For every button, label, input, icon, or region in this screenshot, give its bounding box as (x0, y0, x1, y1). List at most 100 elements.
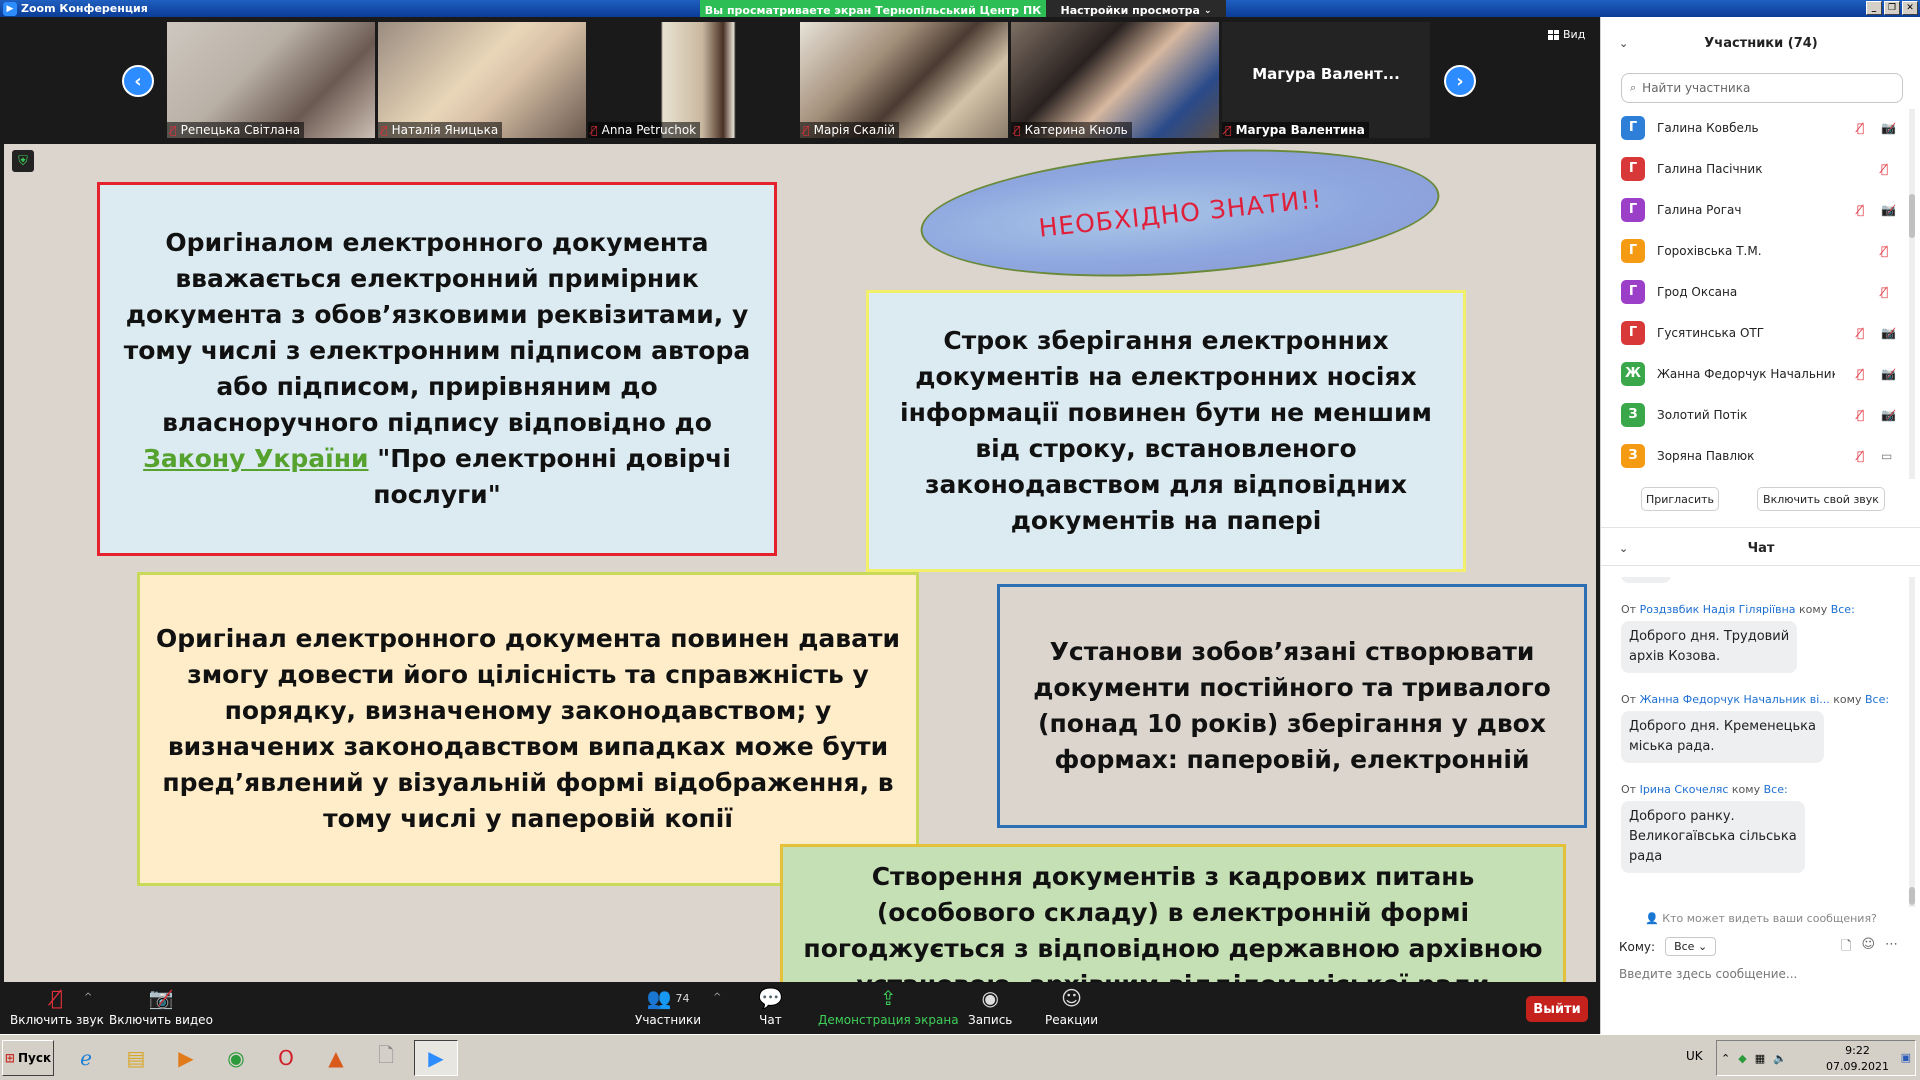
tile-display-name: Магура Валент... (1252, 65, 1400, 83)
view-settings-label: Настройки просмотра (1060, 4, 1200, 17)
unmute-self-button[interactable]: Включить свой звук (1757, 487, 1885, 511)
participant-row[interactable]: Г Галина Ковбель 🎙̸ 📷̸ (1601, 107, 1913, 148)
search-icon: ⌕ (1630, 81, 1637, 94)
participant-row[interactable]: З Зоряна Павлюк 🎙̸ ▭ (1601, 435, 1913, 476)
chrome-icon[interactable]: ◉ (214, 1040, 258, 1076)
document-icon[interactable]: 🗋 (364, 1040, 408, 1076)
grid-view-icon (1548, 29, 1559, 40)
chat-input[interactable]: Введите здесь сообщение... (1619, 967, 1797, 981)
minimize-icon[interactable]: _ (1866, 1, 1882, 15)
video-tile[interactable]: 🎙̸ Катерина Кноль (1011, 22, 1219, 138)
participants-button[interactable]: 👥 74 Участники (635, 986, 701, 1027)
chat-bubble-icon: 💬 (758, 986, 783, 1010)
panel-divider (1601, 565, 1920, 566)
collapse-chevron-icon[interactable]: ⌄ (1619, 37, 1628, 50)
tray-app-icon[interactable]: ◆ (1738, 1052, 1746, 1065)
slide-ellipse-text: НЕОБХІДНО ЗНАТИ!! (1036, 183, 1324, 243)
start-button[interactable]: ⊞ Пуск (2, 1040, 54, 1076)
emoji-icon[interactable]: ☺ (1861, 937, 1875, 959)
mic-off-icon: 🎙̸ (1857, 366, 1865, 381)
file-icon[interactable]: 🗋 (1841, 937, 1851, 959)
participant-row[interactable]: Г Горохівська Т.М. 🎙̸ (1601, 230, 1913, 271)
law-link[interactable]: Закону України (143, 444, 368, 473)
video-strip: ‹ 🎙̸ Репецька Світлана 🎙̸ Наталія Яницька … (0, 17, 1600, 140)
network-icon[interactable]: ▦ (1755, 1052, 1765, 1065)
participant-row[interactable]: З Золотий Потік 🎙̸ 📷̸ (1601, 394, 1913, 435)
mic-off-icon: 🎙̸ (803, 123, 810, 137)
slide-box-personnel: Створення документів з кадрових питань (… (780, 844, 1566, 982)
mic-off-icon: 🎙̸ (1881, 284, 1889, 299)
app-icon[interactable]: ▲ (314, 1040, 358, 1076)
video-tile[interactable]: 🎙̸ Марія Скалій (800, 22, 1008, 138)
record-button[interactable]: ◉ Запись (968, 986, 1012, 1027)
chevron-down-icon: ⌄ (1697, 940, 1708, 953)
share-arrow-icon: ⇪ (879, 986, 897, 1010)
collapse-chevron-icon[interactable]: ⌄ (1619, 542, 1628, 555)
participant-row[interactable]: Ж Жанна Федорчук Начальник ві... 🎙̸ 📷̸ (1601, 353, 1913, 394)
chat-bubble: Доброго дня. Кременецька міська рада. (1621, 711, 1824, 763)
language-indicator[interactable]: UK (1686, 1049, 1703, 1063)
who-can-see-link[interactable]: 👤 Кто может видеть ваши сообщения? (1601, 912, 1920, 925)
tray-expand-icon[interactable]: ⌃ (1721, 1052, 1730, 1065)
invite-button[interactable]: Пригласить (1641, 487, 1719, 511)
camera-off-icon: 📷̸ (1881, 407, 1896, 422)
participant-row[interactable]: Г Гусятинська ОТГ 🎙̸ 📷̸ (1601, 312, 1913, 353)
participants-search-input[interactable]: ⌕ Найти участника (1621, 73, 1903, 103)
participant-row[interactable]: Г Галина Рогач 🎙̸ 📷̸ (1601, 189, 1913, 230)
mic-off-icon: 🎙̸ (1881, 243, 1889, 258)
mic-off-icon: 🎙̸ (1225, 123, 1232, 137)
volume-icon[interactable]: 🔈 (1773, 1052, 1787, 1065)
chat-scrollbar[interactable] (1909, 577, 1915, 907)
mic-off-icon: 🎙̸ (1857, 448, 1865, 463)
camera-off-icon: 📷̸ (1881, 202, 1896, 217)
avatar: Г (1621, 156, 1645, 181)
restore-icon[interactable]: ❐ (1884, 1, 1900, 15)
prev-page-button[interactable]: ‹ (122, 65, 154, 97)
chat-message-header: От Жанна Федорчук Начальник ві... кому В… (1621, 693, 1890, 706)
recipient-select[interactable]: Все ⌄ (1665, 937, 1717, 956)
leave-button[interactable]: Выйти (1526, 996, 1588, 1022)
more-icon[interactable]: ⋯ (1885, 937, 1898, 959)
internet-explorer-icon[interactable]: ℯ (64, 1040, 108, 1076)
chat-message-header: От Ірина Скочеляс кому Все: (1621, 783, 1788, 796)
share-screen-button[interactable]: ⇪ Демонстрация экрана (818, 986, 959, 1027)
video-tile[interactable]: Магура Валент... 🎙̸ Магура Валентина (1222, 22, 1430, 138)
avatar: Г (1621, 320, 1645, 345)
start-video-button[interactable]: 📷̸ Включить видео (109, 986, 213, 1027)
zoom-taskbar-icon[interactable]: ▶ (414, 1040, 458, 1076)
participant-row[interactable]: Г Грод Оксана 🎙̸ (1601, 271, 1913, 312)
mic-off-icon: 🎙̸ (1881, 161, 1889, 176)
video-tile[interactable]: 🎙̸ Наталія Яницька (378, 22, 586, 138)
zoom-logo-icon: ▶ (3, 1, 17, 16)
next-page-button[interactable]: › (1444, 65, 1476, 97)
mic-off-icon: 🎙̸ (1857, 202, 1865, 217)
video-tile[interactable]: 🎙̸ Anna Petruchok (588, 22, 796, 138)
opera-icon[interactable]: O (264, 1040, 308, 1076)
video-tile[interactable]: 🎙̸ Репецька Світлана (167, 22, 375, 138)
participant-row[interactable]: Г Галина Пасічник 🎙̸ (1601, 148, 1913, 189)
participants-scrollbar[interactable] (1909, 109, 1915, 479)
folder-icon[interactable]: ▤ (114, 1040, 158, 1076)
clock[interactable]: 9:22 07.09.2021 (1826, 1043, 1889, 1075)
chat-messages: От Роздзвбик Надія Гіляріївна кому Все: … (1601, 577, 1913, 907)
reactions-button[interactable]: ☺ Реакции (1045, 986, 1098, 1027)
avatar: З (1621, 443, 1645, 468)
show-desktop-icon[interactable]: ▣ (1901, 1051, 1911, 1064)
participants-options-caret-icon[interactable]: ^ (713, 992, 721, 1003)
camera-off-icon: 📷̸ (148, 986, 174, 1010)
window-controls: _ ❐ ✕ (1866, 1, 1918, 15)
chat-button[interactable]: 💬 Чат (758, 986, 783, 1027)
view-button[interactable]: Вид (1548, 28, 1585, 41)
chat-bubble-partial (1621, 577, 1671, 583)
slide-box-storage-term: Строк зберігання електронних документів … (866, 290, 1466, 572)
avatar: Ж (1621, 361, 1645, 386)
person-icon: 👤 (1645, 912, 1659, 925)
close-icon[interactable]: ✕ (1902, 1, 1918, 15)
avatar: Г (1621, 115, 1645, 140)
media-player-icon[interactable]: ▶ (164, 1040, 208, 1076)
chat-recipient-row: Кому: Все ⌄ (1619, 937, 1717, 956)
mic-off-icon: 🎙̸ (1014, 123, 1021, 137)
avatar: Г (1621, 238, 1645, 263)
audio-options-caret-icon[interactable]: ^ (84, 992, 92, 1003)
chat-header: ⌄ Чат (1601, 532, 1920, 564)
